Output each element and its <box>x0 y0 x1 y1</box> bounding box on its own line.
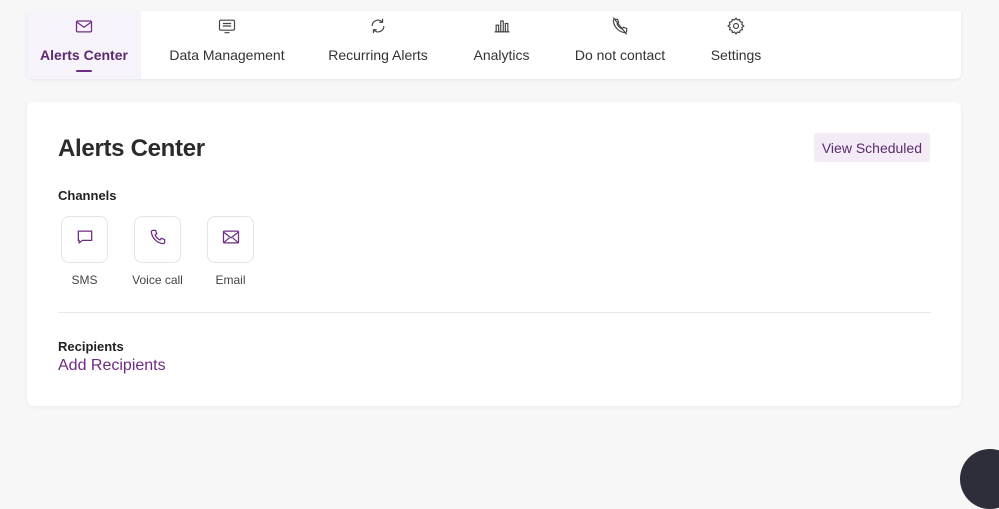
nav-tab-label: Settings <box>710 47 762 63</box>
refresh-icon <box>366 14 390 38</box>
channel-sms[interactable]: SMS <box>58 216 131 287</box>
page-title: Alerts Center <box>58 135 205 162</box>
nav-tab-data-management[interactable]: Data Management <box>141 11 313 79</box>
list-icon <box>215 14 239 38</box>
nav-tab-recurring-alerts[interactable]: Recurring Alerts <box>313 11 443 79</box>
nav-tab-label: Data Management <box>169 47 285 63</box>
nav-tab-analytics[interactable]: Analytics <box>443 11 560 79</box>
bar-chart-icon <box>490 14 514 38</box>
section-divider <box>58 312 931 313</box>
channel-voice-call[interactable]: Voice call <box>131 216 204 287</box>
nav-tab-alerts-center[interactable]: Alerts Center <box>27 11 141 79</box>
channels-list: SMS Voice call Email <box>58 216 277 287</box>
nav-tab-do-not-contact[interactable]: Do not contact <box>560 11 680 79</box>
nav-tab-label: Recurring Alerts <box>328 47 428 63</box>
phone-icon <box>148 227 168 252</box>
phone-off-icon <box>608 14 632 38</box>
channels-label: Channels <box>58 188 117 203</box>
chat-launcher-button[interactable] <box>960 449 999 509</box>
channel-sms-button[interactable] <box>61 216 108 263</box>
recipients-label: Recipients <box>58 339 124 354</box>
channel-email[interactable]: Email <box>204 216 277 287</box>
channel-label: Email <box>215 273 246 287</box>
channel-voice-call-button[interactable] <box>134 216 181 263</box>
active-tab-indicator <box>76 70 92 72</box>
view-scheduled-button[interactable]: View Scheduled <box>813 133 930 162</box>
gear-icon <box>724 14 748 38</box>
channel-label: Voice call <box>132 273 183 287</box>
channel-email-button[interactable] <box>207 216 254 263</box>
envelope-icon <box>72 14 96 38</box>
alerts-center-card: Alerts Center View Scheduled Channels SM… <box>27 102 961 406</box>
envelope-icon <box>221 227 241 252</box>
nav-tab-label: Analytics <box>473 47 530 63</box>
nav-tab-label: Do not contact <box>574 47 666 63</box>
chat-bubble-icon <box>75 227 95 252</box>
nav-tab-label: Alerts Center <box>40 47 128 63</box>
nav-tab-settings[interactable]: Settings <box>680 11 792 79</box>
add-recipients-link[interactable]: Add Recipients <box>58 357 166 375</box>
top-nav: Alerts Center Data Management Recurring … <box>27 11 961 79</box>
channel-label: SMS <box>71 273 98 287</box>
